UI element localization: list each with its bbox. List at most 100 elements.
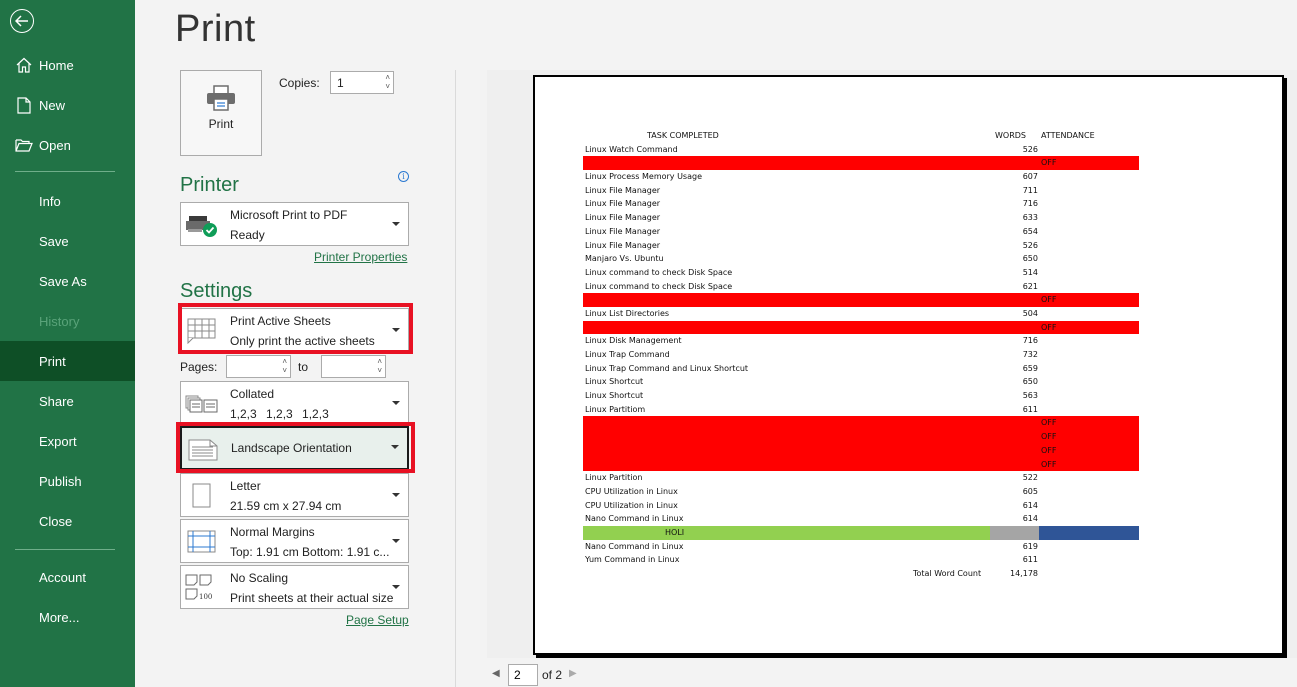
cell-attendance: OFF xyxy=(1041,418,1057,428)
table-row: CPU Utilization in Linux 605 xyxy=(583,485,1139,499)
table-row-off: OFF xyxy=(583,457,1139,472)
cell-words: 650 xyxy=(1022,254,1038,264)
sidebar-item-share[interactable]: Share xyxy=(0,381,135,421)
cell-words: 614 xyxy=(1022,514,1038,524)
cell-task: Linux Process Memory Usage xyxy=(585,172,702,182)
previous-page-button[interactable]: ◀ xyxy=(492,668,500,679)
sidebar-divider xyxy=(15,171,115,172)
svg-text:100: 100 xyxy=(199,593,212,601)
sidebar-item-open[interactable]: Open xyxy=(0,125,135,165)
sidebar-item-home[interactable]: Home xyxy=(0,45,135,85)
table-row: Linux Trap Command 732 xyxy=(583,348,1139,362)
table-row: Linux File Manager 716 xyxy=(583,197,1139,211)
preview-sheet-table: TASK COMPLETED WORDS ATTENDANCE Linux Wa… xyxy=(583,129,1139,581)
table-row: Linux File Manager 526 xyxy=(583,239,1139,253)
cell-words: 607 xyxy=(1022,172,1038,182)
cell-attendance: OFF xyxy=(1041,322,1057,332)
collation-dropdown[interactable]: Collated 1,2,3 1,2,3 1,2,3 xyxy=(180,381,409,425)
sidebar-item-save[interactable]: Save xyxy=(0,221,135,261)
cell-words: 621 xyxy=(1022,281,1038,291)
sidebar-item-close[interactable]: Close xyxy=(0,501,135,541)
sidebar-item-label: Print xyxy=(39,353,66,369)
portrait-page-icon xyxy=(185,481,219,511)
cell-task: Linux Trap Command xyxy=(585,350,670,359)
margins-icon xyxy=(185,527,219,557)
cell-task: Linux File Manager xyxy=(585,226,661,236)
collation-subtitle: 1,2,3 1,2,3 1,2,3 xyxy=(230,407,329,421)
sidebar-item-more[interactable]: More... xyxy=(0,597,135,637)
sidebar-item-export[interactable]: Export xyxy=(0,421,135,461)
sidebar-item-save-as[interactable]: Save As xyxy=(0,261,135,301)
sidebar-item-info[interactable]: Info xyxy=(0,181,135,221)
printer-dropdown[interactable]: Microsoft Print to PDF Ready xyxy=(180,202,409,246)
sidebar-item-print[interactable]: Print xyxy=(0,341,135,381)
margins-subtitle: Top: 1.91 cm Bottom: 1.91 c... xyxy=(230,545,390,559)
page-title: Print xyxy=(175,8,256,50)
cell-task: Linux Watch Command xyxy=(585,144,678,154)
pages-from-input[interactable]: ˄ ˅ xyxy=(226,355,291,378)
scaling-subtitle: Print sheets at their actual size xyxy=(230,591,394,605)
cell-task: HOLI xyxy=(665,527,685,537)
dropdown-caret-icon xyxy=(392,539,400,543)
sidebar-item-label: Publish xyxy=(39,473,82,489)
sidebar-item-account[interactable]: Account xyxy=(0,557,135,597)
back-arrow-icon xyxy=(15,15,28,27)
sidebar-item-label: Share xyxy=(39,393,74,409)
sidebar-item-label: More... xyxy=(39,609,80,625)
pages-from-spinner[interactable]: ˄ ˅ xyxy=(282,357,287,375)
cell-words: 716 xyxy=(1022,199,1038,209)
printer-properties-link[interactable]: Printer Properties xyxy=(314,250,407,264)
sidebar-item-label: Open xyxy=(39,137,71,153)
cell-task: Linux List Directories xyxy=(585,308,670,318)
cell-words: 614 xyxy=(1022,500,1038,510)
pages-to-label: to xyxy=(298,360,309,374)
margins-title: Normal Margins xyxy=(230,525,315,539)
printer-heading: Printer xyxy=(180,174,239,196)
paper-size-subtitle: 21.59 cm x 27.94 cm xyxy=(230,499,342,513)
table-row: Linux File Manager 711 xyxy=(583,184,1139,198)
header-words: WORDS xyxy=(994,131,1026,140)
table-header-row: TASK COMPLETED WORDS ATTENDANCE xyxy=(583,129,1139,143)
scaling-title: No Scaling xyxy=(230,571,289,585)
next-page-button[interactable]: ▶ xyxy=(569,668,577,679)
cell-task: Linux File Manager xyxy=(585,185,661,195)
copies-value: 1 xyxy=(337,76,344,90)
cell-words: 611 xyxy=(1022,555,1038,565)
cell-words: 619 xyxy=(1022,541,1038,551)
collation-title: Collated xyxy=(230,387,275,401)
scaling-dropdown[interactable]: 100 No Scaling Print sheets at their act… xyxy=(180,565,409,609)
cell-words: 732 xyxy=(1022,350,1038,359)
pages-to-input[interactable]: ˄ ˅ xyxy=(321,355,386,378)
cell-words: 526 xyxy=(1022,240,1038,250)
table-row-off: OFF xyxy=(583,443,1139,458)
print-button[interactable]: Print xyxy=(180,70,262,156)
header-task: TASK COMPLETED xyxy=(647,131,719,140)
copies-label: Copies: xyxy=(279,76,320,90)
page-number-input[interactable]: 2 xyxy=(508,664,538,686)
copies-input[interactable]: 1 ˄ ˅ xyxy=(330,71,394,94)
table-row: Linux Disk Management 716 xyxy=(583,334,1139,348)
pages-to-spinner[interactable]: ˄ ˅ xyxy=(377,357,382,375)
info-icon[interactable]: i xyxy=(398,171,409,182)
table-row: Linux Shortcut 563 xyxy=(583,389,1139,403)
sidebar-item-publish[interactable]: Publish xyxy=(0,461,135,501)
cell-attendance: OFF xyxy=(1041,459,1057,469)
sidebar-item-new[interactable]: New xyxy=(0,85,135,125)
table-row-total: Total Word Count 14,178 xyxy=(583,567,1139,581)
back-button[interactable] xyxy=(10,9,34,33)
dropdown-caret-icon xyxy=(392,401,400,405)
copies-spinner[interactable]: ˄ ˅ xyxy=(385,73,390,91)
cell-attendance: OFF xyxy=(1041,295,1057,305)
cell-attendance: OFF xyxy=(1041,432,1057,442)
page-setup-link[interactable]: Page Setup xyxy=(346,613,409,627)
margins-dropdown[interactable]: Normal Margins Top: 1.91 cm Bottom: 1.91… xyxy=(180,519,409,563)
cell-task: Linux command to check Disk Space xyxy=(585,281,733,291)
cell-task: Linux Partitiom xyxy=(585,404,646,414)
collated-icon xyxy=(185,389,219,419)
table-row: Nano Command in Linux 614 xyxy=(583,512,1139,526)
cell-words: 654 xyxy=(1022,226,1038,236)
sidebar-item-history: History xyxy=(0,301,135,341)
table-row-off: OFF xyxy=(583,293,1139,307)
sidebar-item-label: Close xyxy=(39,513,73,529)
paper-size-dropdown[interactable]: Letter 21.59 cm x 27.94 cm xyxy=(180,473,409,517)
